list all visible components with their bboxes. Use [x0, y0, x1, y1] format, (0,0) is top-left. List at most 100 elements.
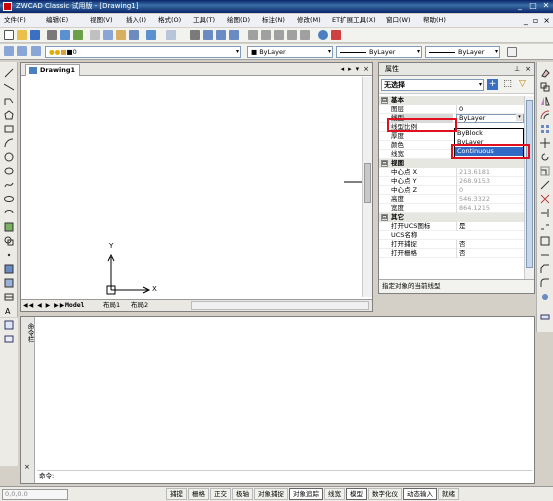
- menu-draw[interactable]: 绘图(D): [227, 14, 250, 27]
- status-toggle[interactable]: 对象追踪: [289, 488, 323, 500]
- menu-tools[interactable]: 工具(T): [193, 14, 215, 27]
- layer-previous-icon[interactable]: [17, 46, 27, 56]
- undo-icon[interactable]: [146, 30, 156, 40]
- property-category[interactable]: ⊟ 基本: [379, 96, 524, 105]
- menu-help[interactable]: 帮助(H): [423, 14, 446, 27]
- offset-icon[interactable]: [540, 110, 550, 120]
- property-category[interactable]: ⊟ 其它: [379, 213, 524, 222]
- property-row[interactable]: UCS名称: [379, 231, 524, 240]
- chamfer-icon[interactable]: [540, 264, 550, 274]
- layer-combo[interactable]: ●●■■0 ▾: [45, 46, 241, 58]
- measure-icon[interactable]: [540, 312, 550, 322]
- help-icon[interactable]: [331, 30, 341, 40]
- zoom-realtime-icon[interactable]: [203, 30, 213, 40]
- property-row[interactable]: 中心点 X 213.6181: [379, 168, 524, 177]
- maximize-button[interactable]: □: [528, 0, 538, 12]
- pin-icon[interactable]: ⊥: [514, 63, 520, 76]
- status-toggle[interactable]: 动态输入: [403, 488, 437, 500]
- polygon-icon[interactable]: [4, 110, 14, 120]
- tab-model[interactable]: Model: [65, 300, 85, 311]
- selection-combo[interactable]: 无选择 ▾: [381, 79, 484, 91]
- hatch-icon[interactable]: [4, 264, 14, 274]
- scale-icon[interactable]: [540, 166, 550, 176]
- tool-palettes-icon[interactable]: [274, 30, 284, 40]
- status-toggle[interactable]: 极轴: [232, 488, 253, 500]
- property-value[interactable]: 否: [456, 240, 522, 249]
- property-row[interactable]: 中心点 Y 268.9153: [379, 177, 524, 186]
- cut-icon[interactable]: [90, 30, 100, 40]
- move-icon[interactable]: [540, 138, 550, 148]
- quick-select-icon[interactable]: ▽: [517, 79, 528, 90]
- zoom-window-icon[interactable]: [216, 30, 226, 40]
- property-value[interactable]: 864.1215: [456, 204, 522, 213]
- collapse-icon[interactable]: ⊟: [381, 97, 388, 104]
- extend-icon[interactable]: [540, 208, 550, 218]
- stretch-icon[interactable]: [540, 180, 550, 190]
- scroll-right-icon[interactable]: ▸: [348, 63, 352, 76]
- command-input[interactable]: 命令:: [37, 470, 532, 481]
- copy-icon[interactable]: [103, 30, 113, 40]
- scroll-thumb[interactable]: [364, 163, 371, 203]
- save-icon[interactable]: [30, 30, 40, 40]
- color-combo[interactable]: ■ ByLayer ▾: [247, 46, 333, 58]
- status-toggle[interactable]: 线宽: [324, 488, 345, 500]
- status-toggle[interactable]: 栅格: [188, 488, 209, 500]
- property-value[interactable]: 是: [456, 222, 522, 231]
- circle-icon[interactable]: [4, 152, 14, 162]
- copy-object-icon[interactable]: [540, 82, 550, 92]
- layer-manager-icon[interactable]: [4, 46, 14, 56]
- polyline-icon[interactable]: [4, 96, 14, 106]
- status-toggle[interactable]: 数字化仪: [368, 488, 402, 500]
- status-toggle[interactable]: 模型: [346, 488, 367, 500]
- break-at-point-icon[interactable]: [540, 222, 550, 232]
- property-row[interactable]: 图层 0: [379, 105, 524, 114]
- menu-window[interactable]: 窗口(W): [386, 14, 411, 27]
- property-row[interactable]: 宽度 864.1215: [379, 204, 524, 213]
- multiline-text-icon[interactable]: A: [4, 306, 14, 316]
- menu-modify[interactable]: 修改(M): [297, 14, 321, 27]
- collapse-icon[interactable]: ⊟: [381, 214, 388, 221]
- properties-icon[interactable]: [248, 30, 258, 40]
- tab-layout1[interactable]: 布局1: [103, 300, 120, 311]
- open-icon[interactable]: [17, 30, 27, 40]
- scroll-thumb[interactable]: [526, 100, 533, 268]
- drawing-horizontal-scrollbar[interactable]: [191, 301, 369, 310]
- layout-grid-icon[interactable]: [4, 320, 14, 330]
- close-icon[interactable]: ×: [24, 463, 30, 471]
- property-value[interactable]: 0: [456, 105, 522, 114]
- property-row[interactable]: 打开捕捉 否: [379, 240, 524, 249]
- ellipse-arc-icon[interactable]: [4, 208, 14, 218]
- collapse-icon[interactable]: ⊟: [381, 160, 388, 167]
- drawing-tab[interactable]: Drawing1: [25, 64, 81, 76]
- property-value[interactable]: 0: [456, 186, 522, 195]
- table-icon[interactable]: [4, 292, 14, 302]
- mirror-icon[interactable]: [540, 96, 550, 106]
- status-toggle[interactable]: 对象捕捉: [254, 488, 288, 500]
- menu-insert[interactable]: 插入(I): [126, 14, 146, 27]
- insert-block-icon[interactable]: [4, 222, 14, 232]
- lineweight-combo[interactable]: ByLayer ▾: [425, 46, 500, 58]
- print-icon[interactable]: [47, 30, 57, 40]
- break-icon[interactable]: [540, 236, 550, 246]
- chevron-down-icon[interactable]: ▾: [516, 114, 523, 121]
- close-drawing-icon[interactable]: ×: [363, 63, 369, 76]
- match-properties-icon[interactable]: [129, 30, 139, 40]
- sheet-set-icon[interactable]: [300, 30, 310, 40]
- join-icon[interactable]: [540, 250, 550, 260]
- close-button[interactable]: ✕: [541, 0, 551, 12]
- menu-view[interactable]: 视图(V): [90, 14, 113, 27]
- paste-icon[interactable]: [116, 30, 126, 40]
- property-category[interactable]: ⊟ 视图: [379, 159, 524, 168]
- print-preview-icon[interactable]: [60, 30, 70, 40]
- drawing-canvas[interactable]: Y X: [21, 77, 362, 297]
- property-row[interactable]: 中心点 Z 0: [379, 186, 524, 195]
- menu-file[interactable]: 文件(F): [4, 14, 26, 27]
- search-icon[interactable]: [318, 30, 328, 40]
- point-icon[interactable]: [4, 250, 14, 260]
- plot-style-icon[interactable]: [507, 47, 517, 57]
- linetype-option[interactable]: ByBlock: [455, 129, 523, 138]
- rectangle-icon[interactable]: [4, 124, 14, 134]
- menu-edit[interactable]: 编辑(E): [46, 14, 68, 27]
- region-icon[interactable]: [4, 278, 14, 288]
- rotate-icon[interactable]: [540, 152, 550, 162]
